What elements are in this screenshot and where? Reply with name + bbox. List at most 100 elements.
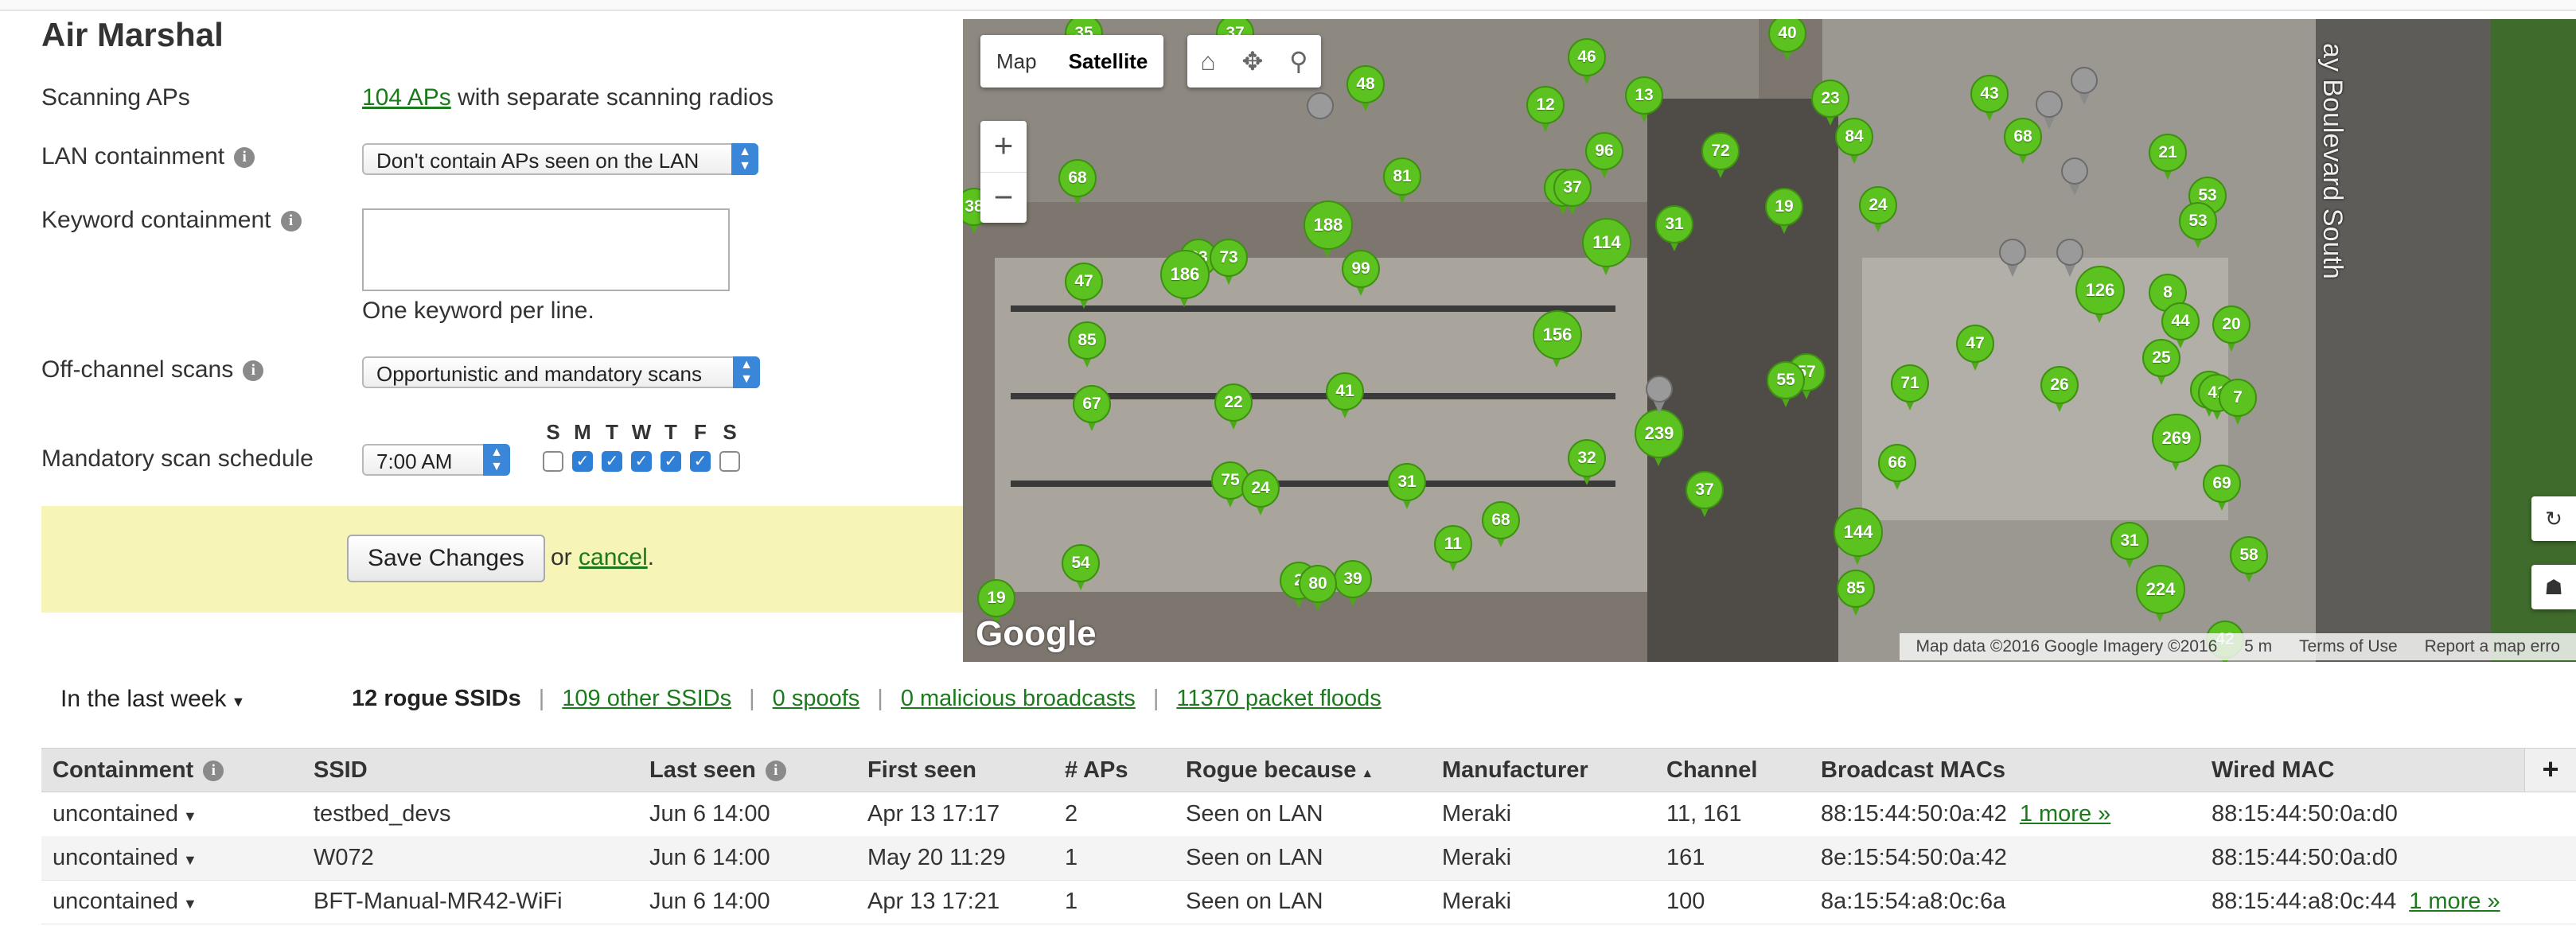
map-pin[interactable]: 144 xyxy=(1834,508,1883,565)
map-pin[interactable]: 25 xyxy=(2142,339,2180,385)
map-pin[interactable]: 188 xyxy=(1304,200,1353,258)
map-pin[interactable]: 21 xyxy=(2149,134,2187,180)
cell-containment[interactable]: uncontained ▼ xyxy=(53,836,197,880)
search-icon[interactable]: ⚲ xyxy=(1289,46,1307,76)
report-link[interactable]: Report a map erro xyxy=(2425,637,2560,656)
info-icon[interactable]: i xyxy=(765,761,786,782)
map-pin[interactable]: 41 xyxy=(1326,372,1364,418)
map-pin[interactable]: 31 xyxy=(2110,522,2149,568)
day-thu[interactable]: T ✓ xyxy=(659,420,683,472)
map-pin[interactable]: 46 xyxy=(1568,38,1606,84)
map-pin[interactable]: 55 xyxy=(1767,361,1805,407)
map-pin[interactable]: 37 xyxy=(1686,471,1724,517)
day-wed[interactable]: W ✓ xyxy=(629,420,653,472)
map-pin[interactable]: 156 xyxy=(1533,310,1582,368)
cell-containment[interactable]: uncontained ▼ xyxy=(53,880,197,924)
time-range-dropdown[interactable]: In the last week ▼ xyxy=(60,686,245,713)
satellite-map[interactable]: ay Boulevard South 353740461312482343683… xyxy=(963,19,2576,662)
map-pin[interactable]: 72 xyxy=(1701,132,1740,178)
map-pin[interactable]: 39 xyxy=(1334,560,1372,606)
map-pin[interactable]: 85 xyxy=(1068,321,1106,368)
day-checkbox[interactable]: ✓ xyxy=(631,451,652,472)
map-pin[interactable]: 224 xyxy=(2136,565,2185,622)
map-pin[interactable]: 24 xyxy=(1859,186,1897,232)
table-row[interactable]: uncontained ▼ BFT-Manual-MR42-WiFi Jun 6 14… xyxy=(41,880,2576,924)
day-mon[interactable]: M ✓ xyxy=(571,420,594,472)
zoom-in-button[interactable]: + xyxy=(980,121,1027,173)
unknown-ap-marker[interactable] xyxy=(2061,158,2099,202)
unknown-ap-marker[interactable] xyxy=(1646,375,1684,420)
scanning-aps-link[interactable]: 104 APs xyxy=(362,84,451,111)
header-rogue-because[interactable]: Rogue because ▲ xyxy=(1186,749,1374,792)
info-icon[interactable]: i xyxy=(203,761,224,782)
map-pin[interactable]: 54 xyxy=(1062,544,1100,590)
map-pin[interactable]: 13 xyxy=(1625,76,1663,123)
day-checkbox[interactable]: ✓ xyxy=(572,451,593,472)
map-pin[interactable]: 43 xyxy=(1970,75,2009,121)
map-type-map-button[interactable]: Map xyxy=(980,35,1053,88)
map-pin[interactable]: 114 xyxy=(1582,218,1631,275)
map-pin[interactable]: 71 xyxy=(1891,364,1929,410)
save-changes-button[interactable]: Save Changes xyxy=(347,535,545,582)
header-broadcast-macs[interactable]: Broadcast MACs xyxy=(1821,749,2005,792)
zoom-out-button[interactable]: − xyxy=(980,173,1027,224)
day-tue[interactable]: T ✓ xyxy=(600,420,624,472)
map-pin[interactable]: 186 xyxy=(1160,250,1210,307)
map-pin[interactable]: 47 xyxy=(1065,263,1103,309)
map-pin[interactable]: 26 xyxy=(2040,366,2079,412)
map-pin[interactable]: 68 xyxy=(1058,159,1097,205)
map-pin[interactable]: 68 xyxy=(1482,501,1520,547)
map-pin[interactable]: 58 xyxy=(2230,536,2268,582)
header-ssid[interactable]: SSID xyxy=(314,749,368,792)
day-checkbox[interactable] xyxy=(543,451,563,472)
home-icon[interactable]: ⌂ xyxy=(1200,47,1215,76)
header-last-seen[interactable]: Last seen i xyxy=(649,749,786,792)
map-pin[interactable]: 66 xyxy=(1878,444,1916,490)
map-pin[interactable]: 19 xyxy=(1765,188,1803,234)
header-containment[interactable]: Containment i xyxy=(53,749,224,792)
info-icon[interactable]: i xyxy=(280,211,302,232)
map-pin[interactable]: 31 xyxy=(1388,463,1426,509)
header-aps[interactable]: # APs xyxy=(1065,749,1128,792)
off-channel-select[interactable]: Opportunistic and mandatory scans ▲ ▼ xyxy=(362,356,760,388)
map-pin[interactable]: 22 xyxy=(1214,383,1253,430)
unknown-ap-marker[interactable] xyxy=(2071,67,2109,111)
info-icon[interactable]: i xyxy=(234,147,255,169)
unknown-ap-marker[interactable] xyxy=(1307,92,1345,137)
map-pin[interactable]: 69 xyxy=(2203,465,2241,511)
map-pin[interactable]: 37 xyxy=(1553,169,1592,215)
map-pin[interactable]: 80 xyxy=(1299,565,1337,611)
map-type-satellite-button[interactable]: Satellite xyxy=(1053,35,1164,88)
day-checkbox[interactable]: ✓ xyxy=(602,451,622,472)
map-pin[interactable]: 81 xyxy=(1383,158,1421,204)
day-checkbox[interactable] xyxy=(719,451,740,472)
cell-containment[interactable]: uncontained ▼ xyxy=(53,792,197,836)
pan-icon[interactable]: ✥ xyxy=(1242,46,1264,76)
header-manufacturer[interactable]: Manufacturer xyxy=(1442,749,1588,792)
map-pin[interactable]: 7 xyxy=(2219,379,2257,425)
unknown-ap-marker[interactable] xyxy=(2056,239,2095,283)
add-column-button[interactable]: + xyxy=(2524,749,2576,792)
unknown-ap-marker[interactable] xyxy=(1999,239,2037,283)
day-checkbox[interactable]: ✓ xyxy=(661,451,681,472)
map-pin[interactable]: 73 xyxy=(1210,239,1248,285)
map-pin[interactable]: 12 xyxy=(1526,86,1565,132)
day-sat[interactable]: S xyxy=(718,420,742,472)
map-pin[interactable]: 99 xyxy=(1342,250,1380,296)
header-wired-mac[interactable]: Wired MAC xyxy=(2212,749,2334,792)
rotate-icon[interactable]: ↻ xyxy=(2531,496,2576,541)
tab-rogue-ssids[interactable]: 12 rogue SSIDs xyxy=(352,686,521,711)
tab-other-ssids[interactable]: 109 other SSIDs xyxy=(562,686,731,711)
tab-packet-floods[interactable]: 11370 packet floods xyxy=(1176,686,1381,711)
pegman-icon[interactable]: ☗ xyxy=(2531,565,2576,609)
tab-spoofs[interactable]: 0 spoofs xyxy=(773,686,860,711)
map-pin[interactable]: 269 xyxy=(2152,414,2201,471)
day-fri[interactable]: F ✓ xyxy=(688,420,712,472)
info-icon[interactable]: i xyxy=(243,360,264,382)
unknown-ap-marker[interactable] xyxy=(2036,91,2074,135)
table-row[interactable]: uncontained ▼ testbed_devs Jun 6 14:00 Apr 1… xyxy=(41,792,2576,837)
lan-containment-select[interactable]: Don't contain APs seen on the LAN ▲ ▼ xyxy=(362,143,758,175)
day-checkbox[interactable]: ✓ xyxy=(690,451,711,472)
map-pin[interactable]: 20 xyxy=(2212,305,2251,352)
header-channel[interactable]: Channel xyxy=(1666,749,1757,792)
